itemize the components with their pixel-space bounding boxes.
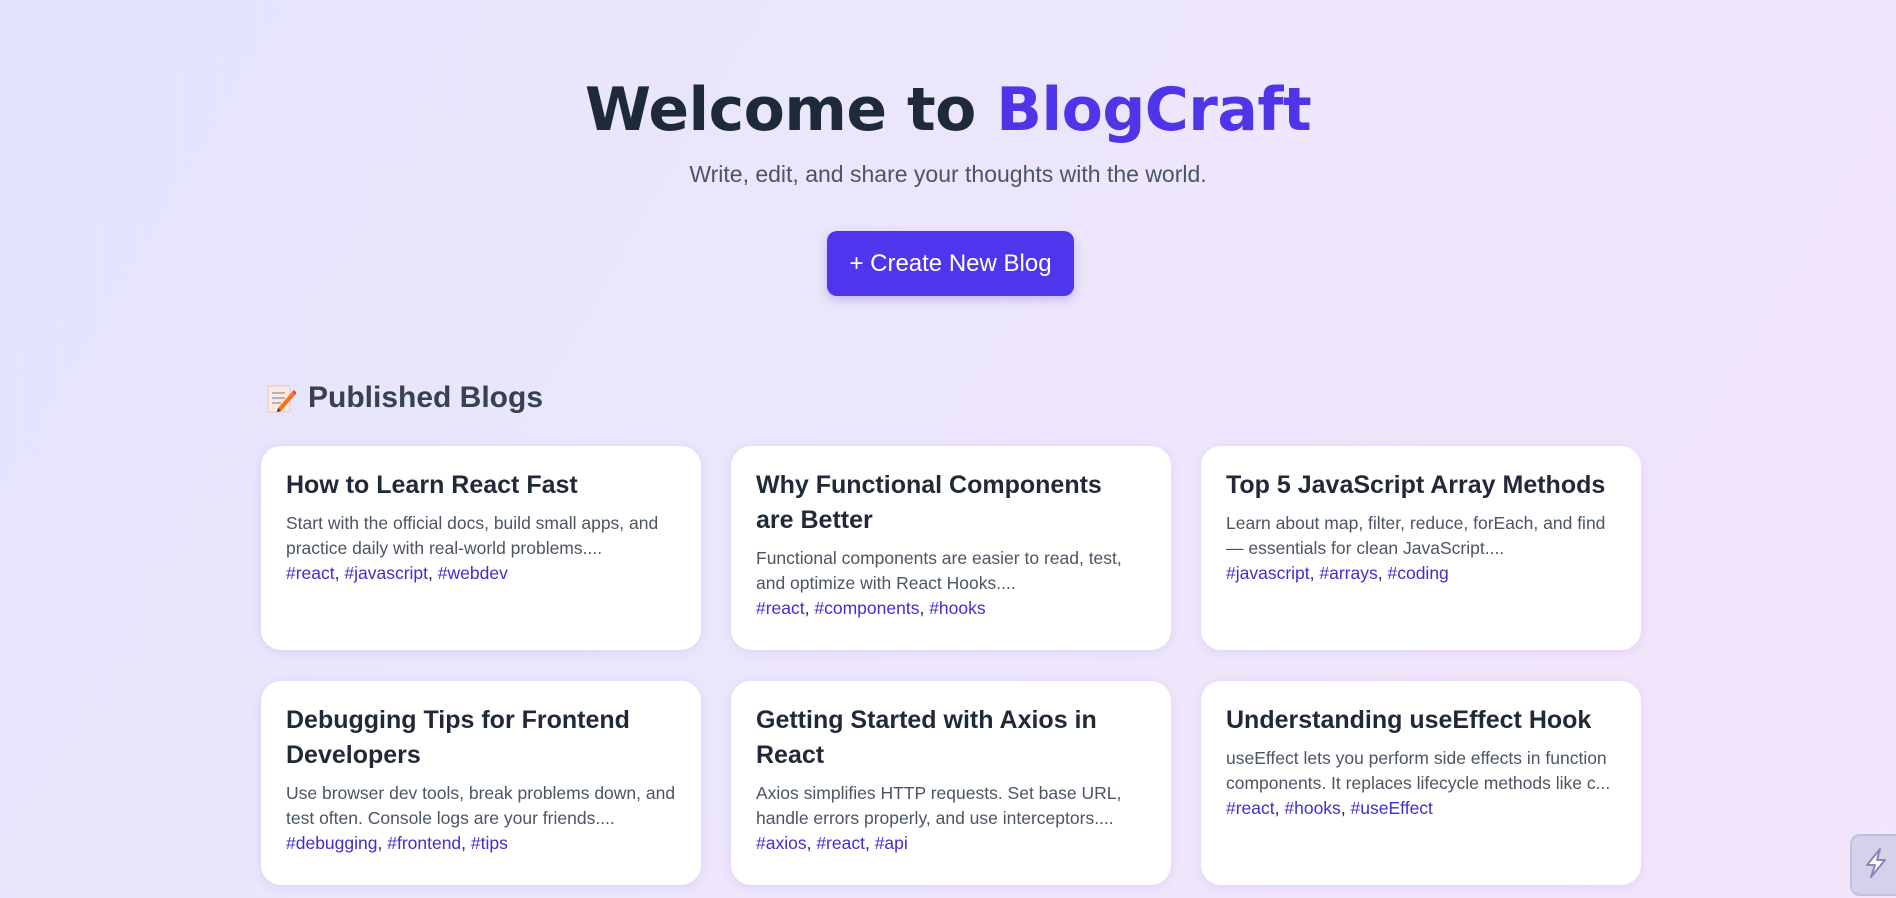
blog-card-excerpt: useEffect lets you perform side effects …	[1226, 748, 1611, 793]
blog-card-title: Debugging Tips for Frontend Developers	[286, 706, 630, 769]
blog-card[interactable]: Debugging Tips for Frontend Developers Us…	[261, 681, 701, 885]
blog-card-excerpt: Learn about map, filter, reduce, forEach…	[1226, 513, 1606, 558]
memo-icon	[266, 382, 297, 414]
blog-tag[interactable]: #tips	[471, 833, 508, 853]
blog-card-title: Understanding useEffect Hook	[1226, 706, 1592, 734]
blog-card-title: Getting Started with Axios in React	[756, 706, 1097, 769]
blog-tag[interactable]: #arrays	[1319, 563, 1377, 583]
blog-tag[interactable]: #javascript	[344, 563, 428, 583]
blog-card[interactable]: Top 5 JavaScript Array Methods Learn abou…	[1201, 446, 1641, 650]
blog-card[interactable]: Why Functional Components are Better Func…	[731, 446, 1171, 650]
blog-tag[interactable]: #javascript	[1226, 563, 1310, 583]
blog-card[interactable]: Understanding useEffect Hook useEffect le…	[1201, 681, 1641, 885]
tag-separator: ,	[1340, 798, 1351, 818]
blog-tag[interactable]: #react	[1226, 798, 1275, 818]
tag-separator: ,	[919, 598, 930, 618]
blog-card-tags: #react, #javascript, #webdev	[286, 561, 676, 586]
blog-tag[interactable]: #api	[875, 833, 908, 853]
blog-card-excerpt: Axios simplifies HTTP requests. Set base…	[756, 783, 1122, 828]
title-prefix: Welcome to	[584, 75, 997, 145]
blog-tag[interactable]: #hooks	[929, 598, 985, 618]
blog-card-tags: #react, #components, #hooks	[756, 596, 1146, 621]
blog-card-tags: #javascript, #arrays, #coding	[1226, 561, 1616, 586]
blog-tag[interactable]: #debugging	[286, 833, 377, 853]
floating-widget-button[interactable]	[1850, 834, 1896, 896]
tag-separator: ,	[864, 833, 875, 853]
blog-card-tags: #react, #hooks, #useEffect	[1226, 796, 1616, 821]
blog-tag[interactable]: #components	[814, 598, 919, 618]
blog-card-title: How to Learn React Fast	[286, 471, 578, 499]
tag-separator: ,	[1309, 563, 1320, 583]
blog-card-excerpt: Use browser dev tools, break problems do…	[286, 783, 676, 828]
blog-card-title: Why Functional Components are Better	[756, 471, 1102, 534]
blog-tag[interactable]: #hooks	[1284, 798, 1340, 818]
blog-card-title: Top 5 JavaScript Array Methods	[1226, 471, 1606, 499]
blog-tag[interactable]: #react	[756, 598, 805, 618]
blog-tag[interactable]: #webdev	[438, 563, 508, 583]
tag-separator: ,	[428, 563, 438, 583]
section-title: Published Blogs	[308, 381, 544, 414]
blog-card[interactable]: How to Learn React Fast Start with the of…	[261, 446, 701, 650]
published-blogs-header: Published Blogs	[266, 376, 543, 420]
tag-separator: ,	[461, 833, 471, 853]
page-title: Welcome to BlogCraft	[0, 72, 1896, 148]
tag-separator: ,	[806, 833, 817, 853]
blog-tag[interactable]: #frontend	[387, 833, 461, 853]
create-new-blog-button[interactable]: + Create New Blog	[827, 231, 1074, 296]
blog-card-tags: #axios, #react, #api	[756, 831, 1146, 856]
page-subtitle: Write, edit, and share your thoughts wit…	[689, 161, 1207, 187]
blog-tag[interactable]: #coding	[1387, 563, 1448, 583]
blog-tag[interactable]: #useEffect	[1351, 798, 1433, 818]
blog-tag[interactable]: #axios	[756, 833, 807, 853]
tag-separator: ,	[377, 833, 388, 853]
blog-card-tags: #debugging, #frontend, #tips	[286, 831, 676, 856]
blog-card-excerpt: Start with the official docs, build smal…	[286, 513, 659, 558]
blog-tag[interactable]: #react	[816, 833, 865, 853]
blog-tag[interactable]: #react	[286, 563, 335, 583]
tag-separator: ,	[804, 598, 815, 618]
tag-separator: ,	[1274, 798, 1285, 818]
blog-card-excerpt: Functional components are easier to read…	[756, 548, 1122, 593]
tag-separator: ,	[334, 563, 345, 583]
lightning-bolt-icon	[1860, 846, 1892, 885]
blog-card[interactable]: Getting Started with Axios in React Axios…	[731, 681, 1171, 885]
brand-name: BlogCraft	[996, 75, 1312, 145]
